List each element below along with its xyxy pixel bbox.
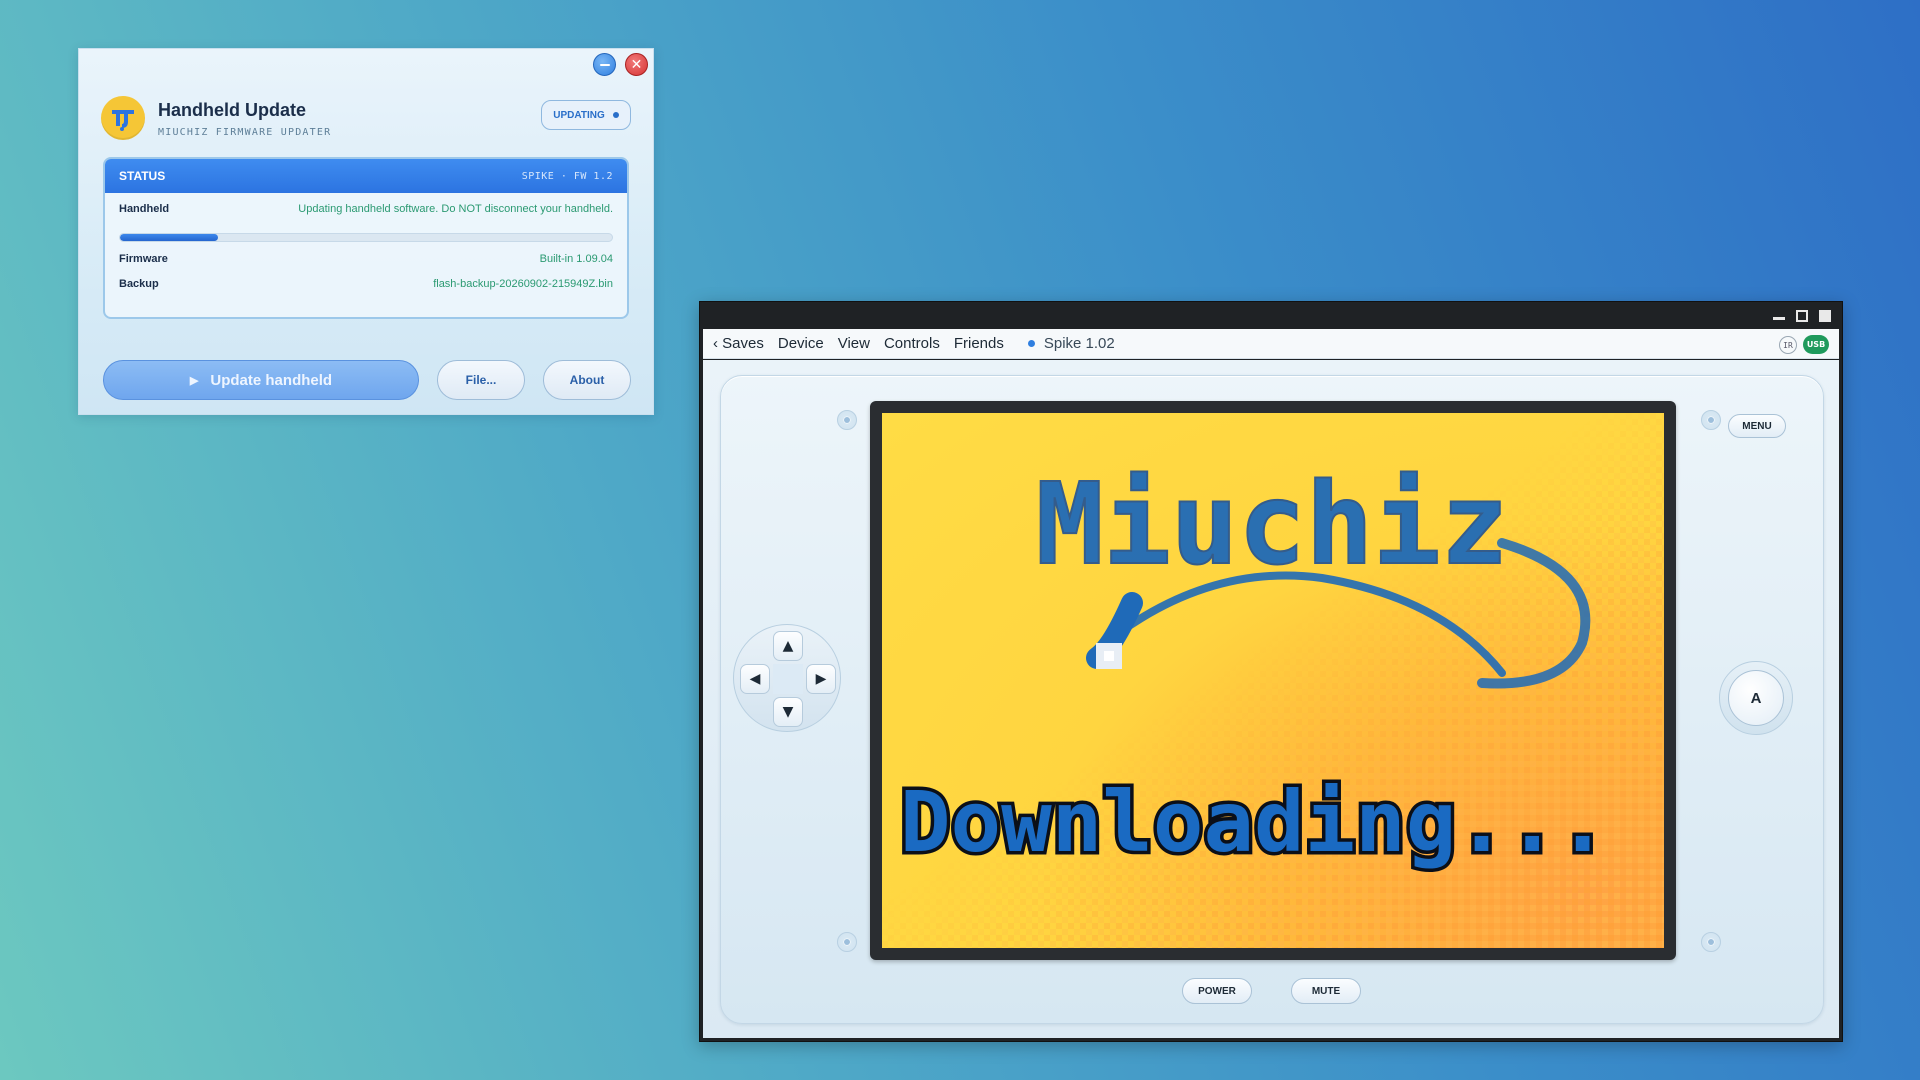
emulator-body: Miuchiz Downloading... ▲ ▼ ◀ ▶ MENU A PO… bbox=[703, 360, 1839, 1038]
play-icon: ▶ bbox=[189, 374, 199, 387]
usb-indicator: USB bbox=[1803, 335, 1829, 354]
update-progress-bar bbox=[119, 233, 613, 242]
menu-controls[interactable]: Controls bbox=[884, 335, 940, 352]
close-button[interactable]: ✕ bbox=[625, 53, 648, 76]
screw-icon bbox=[837, 932, 857, 952]
handheld-label: Handheld bbox=[119, 203, 170, 215]
emulator-maximize-button[interactable] bbox=[1796, 310, 1808, 322]
screw-icon bbox=[1701, 932, 1721, 952]
menu-friends[interactable]: Friends bbox=[954, 335, 1004, 352]
handheld-console: Miuchiz Downloading... ▲ ▼ ◀ ▶ MENU A PO… bbox=[720, 375, 1824, 1024]
backup-label: Backup bbox=[119, 278, 159, 290]
updater-header: Handheld Update MIUCHIZ FIRMWARE UPDATER… bbox=[101, 96, 631, 146]
arrow-up-icon: ▲ bbox=[782, 638, 794, 654]
dpad-up-button[interactable]: ▲ bbox=[773, 631, 803, 661]
arrow-left-icon: ◀ bbox=[749, 671, 761, 687]
connection-dot-icon bbox=[1027, 340, 1035, 347]
firmware-label: Firmware bbox=[119, 253, 168, 265]
device-fw-label: SPIKE · FW 1.2 bbox=[521, 170, 613, 182]
menu-saves[interactable]: ‹ Saves bbox=[713, 335, 764, 352]
status-panel-header: STATUS SPIKE · FW 1.2 bbox=[105, 159, 627, 193]
emulator-menubar: ‹ Saves Device View Controls Friends Spi… bbox=[703, 329, 1839, 359]
update-handheld-label: Update handheld bbox=[210, 371, 333, 389]
emulator-window: ‹ Saves Device View Controls Friends Spi… bbox=[699, 301, 1843, 1042]
updater-titlebar: ✕ bbox=[79, 49, 653, 79]
handheld-row: Handheld Updating handheld software. Do … bbox=[119, 203, 613, 215]
dpad-down-button[interactable]: ▼ bbox=[773, 697, 803, 727]
close-icon: ✕ bbox=[630, 56, 643, 73]
menu-device[interactable]: Device bbox=[778, 335, 824, 352]
emulator-titlebar bbox=[700, 302, 1842, 329]
dpad: ▲ ▼ ◀ ▶ bbox=[733, 624, 841, 732]
screw-icon bbox=[837, 410, 857, 430]
ir-indicator: IR bbox=[1779, 336, 1797, 354]
status-dot-icon bbox=[612, 112, 619, 118]
miuchiz-logo-icon bbox=[101, 96, 145, 140]
screen-logo-text: Miuchiz bbox=[1036, 460, 1508, 590]
updating-status-badge: UPDATING bbox=[541, 100, 631, 130]
screen-bezel: Miuchiz Downloading... bbox=[870, 401, 1676, 960]
update-progress-fill bbox=[120, 234, 219, 241]
arrow-right-icon: ▶ bbox=[815, 671, 827, 687]
backup-row: Backup flash-backup-20260902-215949Z.bin bbox=[119, 278, 613, 290]
a-button-ring: A bbox=[1719, 661, 1793, 735]
arrow-down-icon: ▼ bbox=[782, 704, 794, 720]
dpad-center bbox=[773, 664, 803, 694]
updater-subtitle: MIUCHIZ FIRMWARE UPDATER bbox=[158, 127, 332, 138]
emulator-minimize-button[interactable] bbox=[1773, 317, 1785, 320]
screw-icon bbox=[1701, 410, 1721, 430]
device-title: Spike 1.02 bbox=[1043, 335, 1115, 352]
status-header-label: STATUS bbox=[119, 169, 166, 183]
firmware-value: Built-in 1.09.04 bbox=[539, 253, 613, 265]
firmware-row: Firmware Built-in 1.09.04 bbox=[119, 253, 613, 265]
menu-view[interactable]: View bbox=[838, 335, 870, 352]
minimize-button[interactable] bbox=[593, 53, 616, 76]
handheld-message: Updating handheld software. Do NOT disco… bbox=[298, 203, 613, 215]
updater-title: Handheld Update bbox=[158, 100, 307, 120]
mute-button[interactable]: MUTE bbox=[1291, 978, 1361, 1004]
update-handheld-button[interactable]: ▶ Update handheld bbox=[103, 360, 419, 400]
about-button[interactable]: About bbox=[543, 360, 631, 400]
screen-downloading-text: Downloading... bbox=[900, 773, 1608, 871]
dpad-right-button[interactable]: ▶ bbox=[806, 664, 836, 694]
updater-window: ✕ Handheld Update MIUCHIZ FIRMWARE UPDAT… bbox=[78, 48, 654, 415]
updater-actions: ▶ Update handheld File... About bbox=[103, 360, 631, 400]
screen-graphic: Miuchiz Downloading... bbox=[882, 413, 1664, 948]
backup-value: flash-backup-20260902-215949Z.bin bbox=[433, 278, 613, 290]
handheld-screen[interactable]: Miuchiz Downloading... bbox=[882, 413, 1664, 948]
updating-label: UPDATING bbox=[553, 109, 605, 121]
a-button[interactable]: A bbox=[1728, 670, 1784, 726]
minimize-icon bbox=[599, 63, 610, 66]
menu-button[interactable]: MENU bbox=[1728, 414, 1786, 438]
dpad-left-button[interactable]: ◀ bbox=[740, 664, 770, 694]
file-button[interactable]: File... bbox=[437, 360, 525, 400]
power-button[interactable]: POWER bbox=[1182, 978, 1252, 1004]
emulator-close-button[interactable] bbox=[1819, 310, 1831, 322]
status-panel: STATUS SPIKE · FW 1.2 Handheld Updating … bbox=[103, 157, 629, 319]
